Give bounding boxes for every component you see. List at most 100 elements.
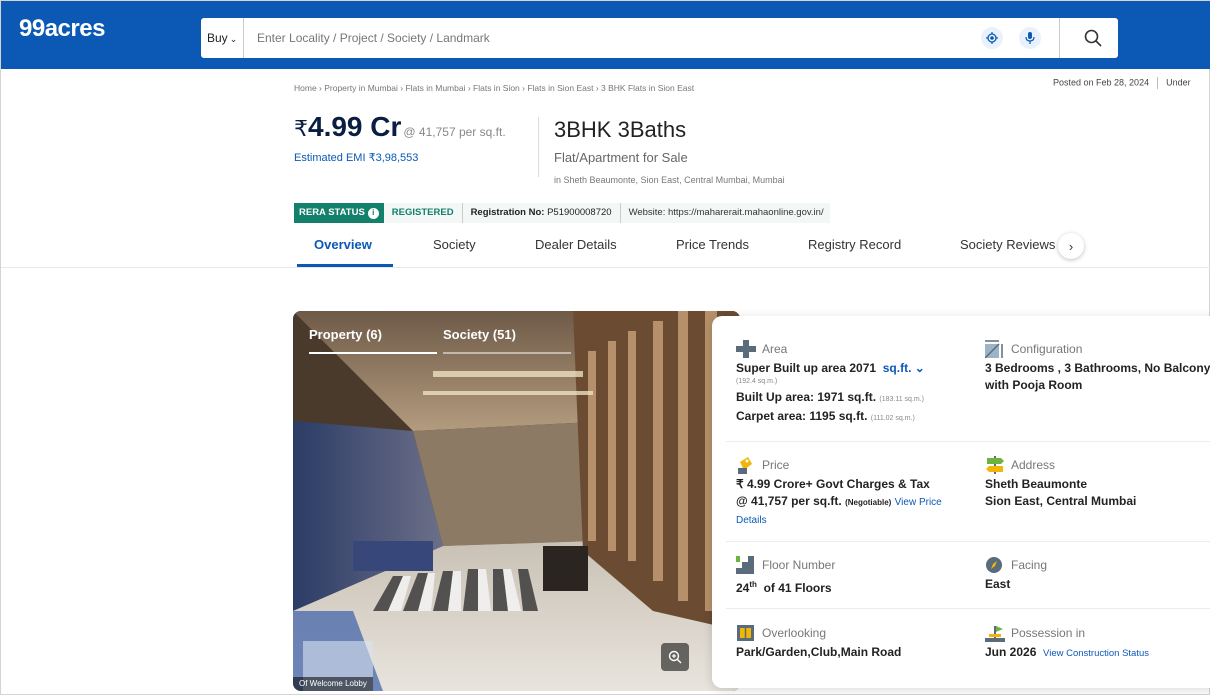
photo-tab-property[interactable]: Property (6) xyxy=(309,327,382,342)
price-label: Price xyxy=(762,458,790,472)
signpost-icon xyxy=(986,456,1004,474)
microphone-icon xyxy=(1025,32,1035,44)
search-separator xyxy=(1059,18,1060,58)
facing-value: East xyxy=(985,577,1011,591)
price-per-sqft: @ 41,757 per sq.ft. xyxy=(403,125,506,139)
window-icon xyxy=(737,625,754,641)
breadcrumb[interactable]: Home › Property in Mumbai › Flats in Mum… xyxy=(294,83,694,93)
search-icon xyxy=(1084,29,1102,47)
lobby-photo-illustration xyxy=(293,311,740,691)
super-built-up-area: Super Built up area 2071 xyxy=(736,361,877,375)
tab-society-reviews[interactable]: Society Reviews xyxy=(960,237,1055,252)
emi-link[interactable]: Estimated EMI ₹3,98,553 xyxy=(294,151,418,164)
rera-status-badge[interactable]: RERA STATUS i xyxy=(294,203,384,223)
floor-stairs-icon xyxy=(736,556,754,574)
top-header: 99acres Buy ⌄ xyxy=(1,1,1210,69)
configuration-line2: with Pooja Room xyxy=(985,378,1083,392)
tab-dealer-details[interactable]: Dealer Details xyxy=(535,237,617,252)
rera-registration: Registration No: P51900008720 xyxy=(461,203,620,223)
photo-caption: Of Welcome Lobby xyxy=(293,677,373,691)
built-up-sqm: (183.11 sq.m.) xyxy=(879,396,925,403)
registration-number: P51900008720 xyxy=(547,207,612,218)
price-block: ₹4.99 Cr @ 41,757 per sq.ft. xyxy=(294,111,506,143)
address-cell: Address Sheth Beaumonte Sion East, Centr… xyxy=(985,456,1136,510)
area-cell: Area Super Built up area 2071 sq.ft. ⌄ (… xyxy=(736,340,925,427)
possession-value: Jun 2026 xyxy=(985,645,1037,659)
chevron-right-icon: › xyxy=(1068,238,1074,254)
section-tabs: Overview Society Dealer Details Price Tr… xyxy=(294,229,1210,267)
registration-label: Registration No: xyxy=(470,207,545,218)
carpet-area: Carpet area: 1195 sq.ft. xyxy=(736,409,868,423)
overlooking-label: Overlooking xyxy=(762,626,827,640)
view-price-details-link-2[interactable]: Details xyxy=(736,515,767,526)
logo[interactable]: 99acres xyxy=(19,15,105,43)
view-construction-status-link[interactable]: View Construction Status xyxy=(1043,648,1149,659)
price-divider xyxy=(538,117,539,177)
floor-number: 24 xyxy=(736,581,750,595)
possession-cell: Possession in Jun 2026 View Construction… xyxy=(985,624,1149,662)
built-up-area: Built Up area: 1971 sq.ft. xyxy=(736,390,877,404)
tabs-next-button[interactable]: › xyxy=(1058,233,1084,259)
photo-tab-society[interactable]: Society (51) xyxy=(443,327,516,342)
negotiable-tag: (Negotiable) xyxy=(845,498,892,507)
voice-search-button[interactable] xyxy=(1019,27,1041,49)
super-built-up-sqm: (192.4 sq.m.) xyxy=(736,378,778,385)
total-floors: of 41 Floors xyxy=(763,581,832,595)
floor-cell: Floor Number 24th of 41 Floors xyxy=(736,556,835,597)
price-line1: ₹ 4.99 Crore+ Govt Charges & Tax xyxy=(736,477,930,491)
photo-tab-property-underline xyxy=(309,352,437,354)
posted-separator xyxy=(1157,77,1159,89)
area-label: Area xyxy=(762,342,788,356)
property-details-card: Area Super Built up area 2071 sq.ft. ⌄ (… xyxy=(712,316,1210,688)
tab-society[interactable]: Society xyxy=(433,237,476,252)
area-icon xyxy=(736,340,756,358)
area-unit-dropdown[interactable]: sq.ft. ⌄ xyxy=(883,361,925,375)
search-button[interactable] xyxy=(1081,26,1105,50)
possession-status-text: Under xyxy=(1166,77,1191,88)
price-cell: Price ₹ 4.99 Crore+ Govt Charges & Tax @… xyxy=(736,456,942,529)
search-input[interactable] xyxy=(257,28,957,48)
rera-row: RERA STATUS i REGISTERED Registration No… xyxy=(294,203,830,223)
address-line2: Sion East, Central Mumbai xyxy=(985,494,1137,508)
listing-location: in Sheth Beaumonte, Sion East, Central M… xyxy=(554,175,785,185)
view-price-details-link[interactable]: View Price xyxy=(895,497,942,508)
compass-icon xyxy=(986,557,1002,573)
posted-date: Posted on Feb 28, 2024 xyxy=(1053,77,1150,88)
info-icon[interactable]: i xyxy=(367,207,379,219)
tab-registry-record[interactable]: Registry Record xyxy=(808,237,901,252)
property-photo[interactable]: Property (6) Society (51) Of Welcome Lob… xyxy=(293,311,740,691)
price-tag-icon xyxy=(738,457,752,474)
zoom-button[interactable] xyxy=(661,643,689,671)
overlooking-cell: Overlooking Park/Garden,Club,Main Road xyxy=(736,624,901,661)
location-target-icon xyxy=(986,32,998,44)
configuration-label: Configuration xyxy=(1011,342,1083,356)
details-divider xyxy=(726,608,1210,609)
possession-icon xyxy=(985,626,1005,642)
rupee-symbol: ₹ xyxy=(294,116,308,141)
price-amount: 4.99 Cr xyxy=(308,111,402,142)
locate-me-button[interactable] xyxy=(981,27,1003,49)
configuration-line1: 3 Bedrooms , 3 Bathrooms, No Balcony xyxy=(985,361,1210,375)
tab-price-trends[interactable]: Price Trends xyxy=(676,237,749,252)
address-line1: Sheth Beaumonte xyxy=(985,477,1088,491)
buy-label: Buy xyxy=(207,31,228,45)
rera-badge-label: RERA STATUS xyxy=(299,207,365,218)
buy-dropdown[interactable]: Buy ⌄ xyxy=(207,18,245,58)
price-line2: @ 41,757 per sq.ft. xyxy=(736,494,842,508)
configuration-icon xyxy=(985,340,1003,358)
details-divider xyxy=(726,541,1210,542)
zoom-in-icon xyxy=(668,650,682,664)
rera-website[interactable]: Website: https://maharerait.mahaonline.g… xyxy=(619,203,830,223)
listing-title: 3BHK 3Baths xyxy=(554,117,687,142)
posted-info: Posted on Feb 28, 2024 Under xyxy=(1053,77,1191,89)
floor-suffix: th xyxy=(749,580,757,589)
address-label: Address xyxy=(1011,458,1056,472)
details-divider xyxy=(726,441,1210,442)
rera-registered: REGISTERED xyxy=(383,203,462,223)
facing-label: Facing xyxy=(1011,558,1048,572)
tab-overview[interactable]: Overview xyxy=(314,237,372,252)
carpet-sqm: (111.02 sq.m.) xyxy=(870,415,915,422)
overlooking-value: Park/Garden,Club,Main Road xyxy=(736,645,902,659)
tabs-divider xyxy=(1,267,1210,268)
area-unit: sq.ft. xyxy=(882,361,912,375)
